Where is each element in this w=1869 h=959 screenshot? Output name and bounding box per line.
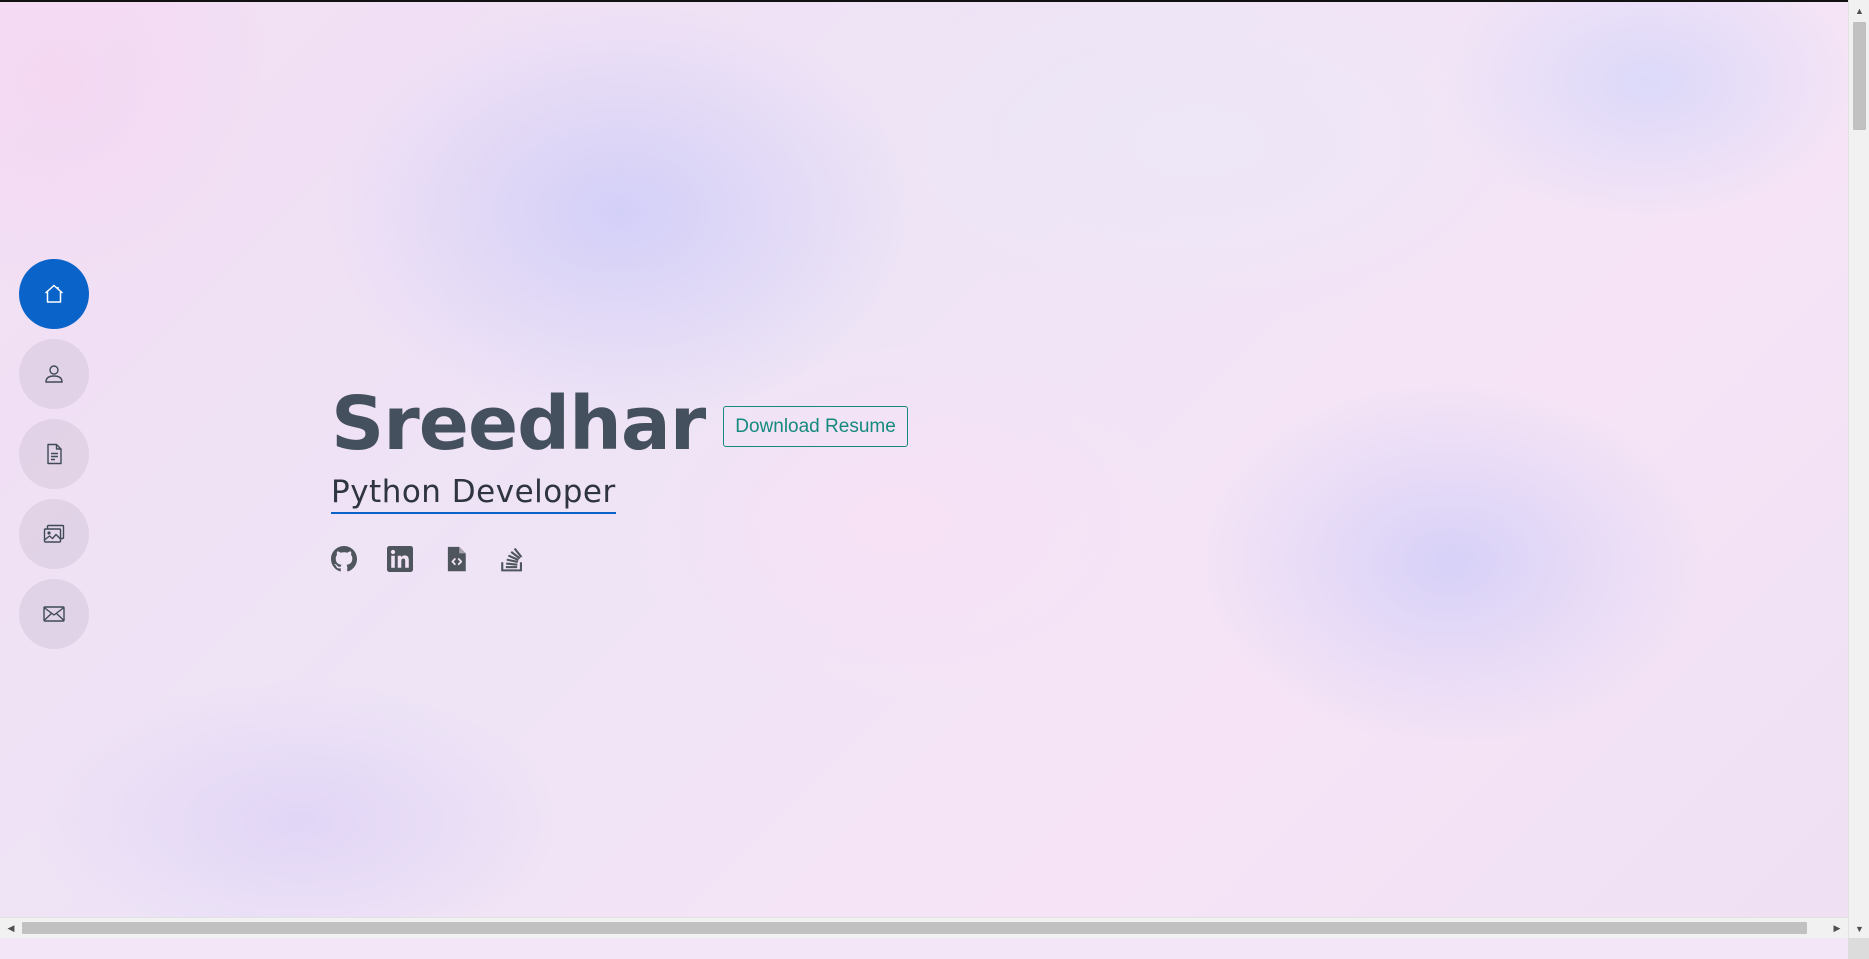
nav-portfolio-button[interactable] <box>19 499 89 569</box>
horizontal-scrollbar[interactable]: ◀ ▶ <box>0 917 1848 938</box>
envelope-icon <box>43 606 65 622</box>
social-links <box>331 546 908 572</box>
horizontal-scroll-thumb[interactable] <box>22 922 1807 934</box>
nav-contact-button[interactable] <box>19 579 89 649</box>
nav-about-button[interactable] <box>19 339 89 409</box>
page: Sreedhar Download Resume Python Develope… <box>0 0 1848 938</box>
images-icon <box>43 524 65 543</box>
vertical-scroll-thumb[interactable] <box>1853 22 1866 130</box>
code-file-link[interactable] <box>443 546 469 572</box>
scroll-down-icon[interactable]: ▼ <box>1849 920 1869 938</box>
github-icon <box>331 546 357 572</box>
scroll-right-icon[interactable]: ▶ <box>1828 918 1846 938</box>
document-icon <box>47 443 62 465</box>
hero-section: Sreedhar Download Resume Python Develope… <box>331 378 908 572</box>
person-icon <box>45 365 63 383</box>
vertical-scrollbar[interactable]: ▲ ▼ <box>1848 0 1869 938</box>
nav-home-button[interactable] <box>19 259 89 329</box>
download-resume-button[interactable]: Download Resume <box>723 405 908 447</box>
stackoverflow-link[interactable] <box>499 546 525 572</box>
code-file-icon <box>447 546 466 572</box>
hero-role: Python Developer <box>331 474 616 514</box>
stackoverflow-icon <box>501 547 523 572</box>
linkedin-icon <box>387 546 413 572</box>
scroll-left-icon[interactable]: ◀ <box>2 918 20 938</box>
github-link[interactable] <box>331 546 357 572</box>
linkedin-link[interactable] <box>387 546 413 572</box>
side-navigation <box>19 259 89 649</box>
scrollbar-corner <box>1848 938 1869 959</box>
hero-name: Sreedhar <box>331 381 706 467</box>
name-row: Sreedhar Download Resume <box>331 378 908 470</box>
nav-resume-button[interactable] <box>19 419 89 489</box>
scroll-up-icon[interactable]: ▲ <box>1849 2 1869 20</box>
home-icon <box>45 284 63 303</box>
